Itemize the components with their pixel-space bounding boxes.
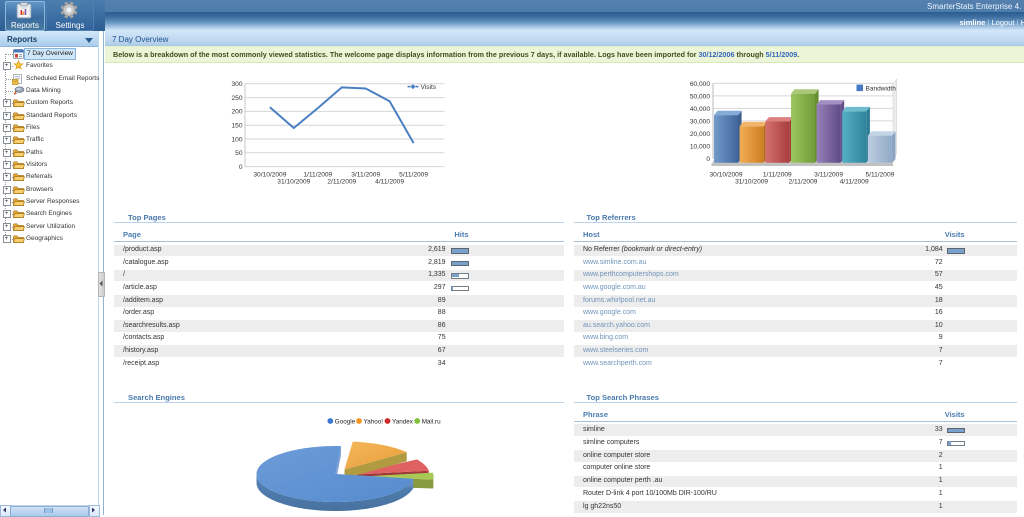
svg-text:4/11/2009: 4/11/2009 [375,179,404,186]
svg-text:2/11/2009: 2/11/2009 [327,179,356,186]
svg-text:30/10/2009: 30/10/2009 [709,171,742,178]
svg-text:60,000: 60,000 [690,81,711,88]
svg-text:0: 0 [239,164,243,171]
svg-text:4/11/2009: 4/11/2009 [840,179,869,186]
svg-text:250: 250 [231,95,242,102]
svg-text:31/10/2009: 31/10/2009 [735,179,768,186]
svg-text:5/11/2009: 5/11/2009 [399,171,428,178]
svg-text:300: 300 [231,81,242,88]
svg-text:50,000: 50,000 [690,93,711,100]
svg-text:Google: Google [335,418,356,425]
svg-text:2/11/2009: 2/11/2009 [789,179,818,186]
svg-text:200: 200 [231,109,242,116]
svg-text:0: 0 [706,156,710,163]
svg-text:30/10/2009: 30/10/2009 [253,171,286,178]
svg-text:Yandex: Yandex [392,418,414,425]
svg-text:Bandwidth: Bandwidth [866,85,897,92]
svg-text:150: 150 [231,123,242,130]
svg-text:Visits: Visits [421,84,437,91]
svg-text:5/11/2009: 5/11/2009 [865,171,894,178]
svg-text:3/11/2009: 3/11/2009 [814,171,843,178]
svg-text:3/11/2009: 3/11/2009 [351,171,380,178]
svg-text:Mail.ru: Mail.ru [422,418,441,425]
svg-text:30,000: 30,000 [690,118,711,125]
svg-text:10,000: 10,000 [690,143,711,150]
svg-text:1/11/2009: 1/11/2009 [303,171,332,178]
svg-text:50: 50 [235,150,243,157]
svg-text:40,000: 40,000 [690,106,711,113]
svg-text:20,000: 20,000 [690,131,711,138]
svg-text:1/11/2009: 1/11/2009 [763,171,792,178]
svg-text:31/10/2009: 31/10/2009 [277,179,310,186]
svg-text:100: 100 [231,136,242,143]
svg-text:Yahoo!: Yahoo! [364,418,384,425]
